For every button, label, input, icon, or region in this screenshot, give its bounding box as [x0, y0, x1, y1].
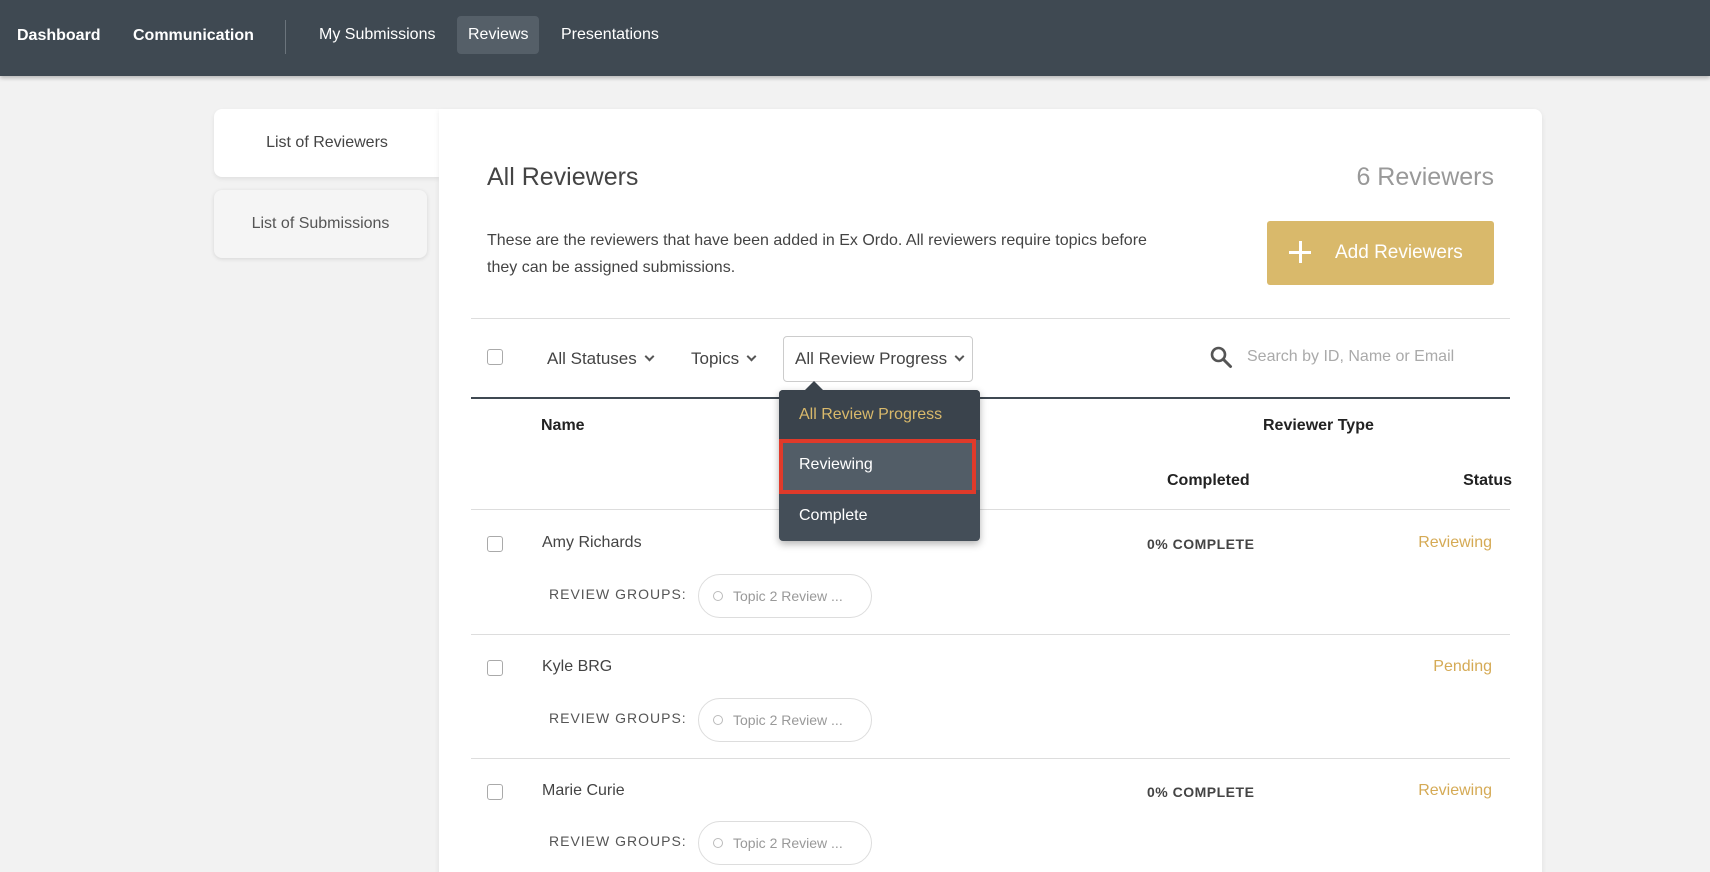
- review-group-name: Topic 2 Review ...: [733, 588, 843, 604]
- select-all-checkbox[interactable]: [487, 349, 503, 365]
- column-name[interactable]: Name: [541, 417, 585, 435]
- review-group-chip[interactable]: Topic 2 Review ...: [698, 821, 872, 865]
- review-groups-label: REVIEW GROUPS:: [549, 710, 687, 726]
- row-divider: [471, 509, 1510, 510]
- review-group-name: Topic 2 Review ...: [733, 835, 843, 851]
- divider: [471, 318, 1510, 319]
- table-header-rule: [471, 397, 1510, 399]
- dropdown-option-all-review-progress[interactable]: All Review Progress: [779, 390, 980, 440]
- row-checkbox[interactable]: [487, 784, 503, 800]
- completion-value: 0% COMPLETE: [1147, 784, 1255, 800]
- nav-divider: [285, 20, 286, 54]
- page-title: All Reviewers: [487, 163, 639, 191]
- review-groups-label: REVIEW GROUPS:: [549, 833, 687, 849]
- review-group-name: Topic 2 Review ...: [733, 712, 843, 728]
- review-group-chip[interactable]: Topic 2 Review ...: [698, 698, 872, 742]
- reviewer-name[interactable]: Kyle BRG: [542, 658, 612, 676]
- completion-value: 0% COMPLETE: [1147, 536, 1255, 552]
- column-completed[interactable]: Completed: [1167, 472, 1250, 490]
- review-progress-filter-label: All Review Progress: [795, 349, 948, 368]
- row-divider: [471, 758, 1510, 759]
- review-group-chip[interactable]: Topic 2 Review ...: [698, 574, 872, 618]
- reviewer-count: 6 Reviewers: [1356, 163, 1494, 191]
- dropdown-caret: [805, 381, 823, 390]
- reviewers-card: All Reviewers 6 Reviewers These are the …: [439, 109, 1542, 872]
- plus-icon: [1289, 241, 1311, 263]
- dropdown-option-reviewing[interactable]: Reviewing: [779, 440, 980, 490]
- row-divider: [471, 634, 1510, 635]
- search-icon: [1210, 346, 1232, 368]
- add-reviewers-label: Add Reviewers: [1335, 242, 1463, 263]
- dropdown-option-complete[interactable]: Complete: [779, 491, 980, 541]
- circle-icon: [713, 838, 723, 848]
- chevron-down-icon: [954, 351, 965, 362]
- column-status[interactable]: Status: [1463, 472, 1512, 490]
- reviewer-name[interactable]: Amy Richards: [542, 534, 642, 552]
- top-navbar: Dashboard Communication My Submissions R…: [0, 0, 1710, 76]
- search-input[interactable]: [1247, 337, 1497, 377]
- status-badge: Reviewing: [1418, 782, 1492, 799]
- review-progress-dropdown: All Review Progress Reviewing Complete: [779, 381, 980, 541]
- review-groups-label: REVIEW GROUPS:: [549, 586, 687, 602]
- nav-dashboard[interactable]: Dashboard: [17, 0, 101, 76]
- row-checkbox[interactable]: [487, 536, 503, 552]
- topics-filter-label: Topics: [691, 349, 740, 368]
- nav-reviews[interactable]: Reviews: [457, 16, 540, 54]
- nav-communication[interactable]: Communication: [133, 0, 254, 76]
- page-description: These are the reviewers that have been a…: [487, 232, 1147, 276]
- chevron-down-icon: [746, 351, 757, 362]
- circle-icon: [713, 715, 723, 725]
- nav-presentations[interactable]: Presentations: [550, 16, 670, 54]
- topics-filter[interactable]: Topics: [691, 349, 757, 369]
- status-filter-label: All Statuses: [547, 349, 637, 368]
- tab-list-of-submissions[interactable]: List of Submissions: [214, 190, 427, 258]
- status-filter[interactable]: All Statuses: [547, 349, 655, 369]
- review-progress-filter[interactable]: All Review Progress: [783, 336, 973, 382]
- nav-my-submissions[interactable]: My Submissions: [308, 16, 446, 54]
- circle-icon: [713, 591, 723, 601]
- column-reviewer-type[interactable]: Reviewer Type: [1263, 417, 1374, 435]
- reviewer-name[interactable]: Marie Curie: [542, 782, 625, 800]
- tab-list-of-reviewers[interactable]: List of Reviewers: [214, 109, 440, 177]
- status-badge: Pending: [1433, 658, 1492, 675]
- add-reviewers-button[interactable]: Add Reviewers: [1267, 221, 1494, 285]
- chevron-down-icon: [644, 351, 655, 362]
- status-badge: Reviewing: [1418, 534, 1492, 551]
- row-checkbox[interactable]: [487, 660, 503, 676]
